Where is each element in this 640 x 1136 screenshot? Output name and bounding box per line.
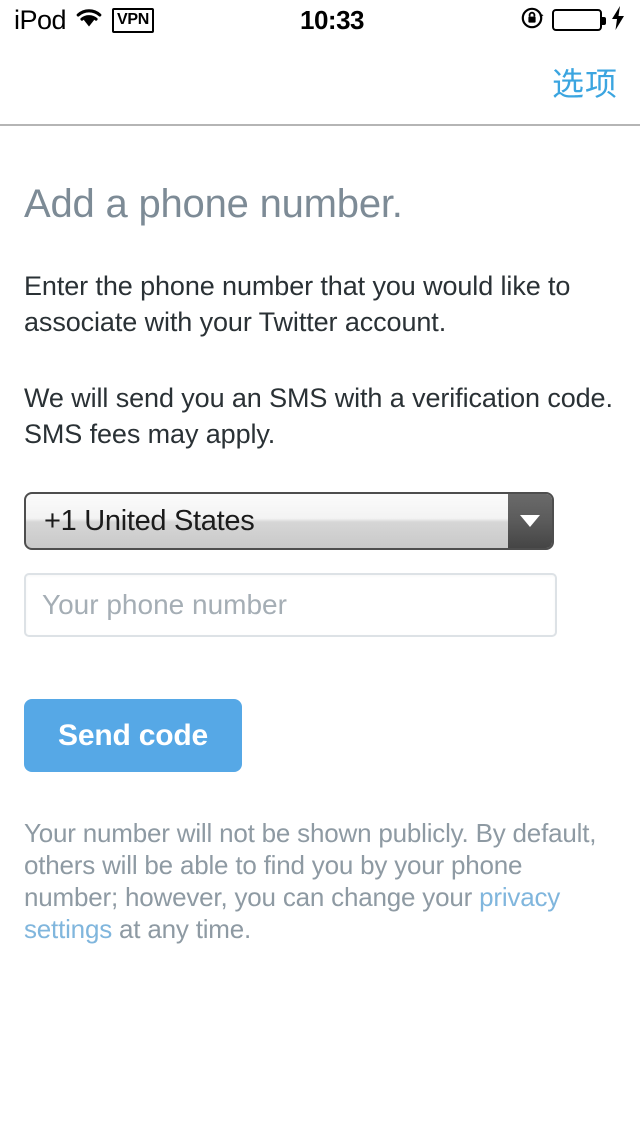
chevron-down-icon[interactable] xyxy=(508,494,552,548)
lightning-bolt-icon xyxy=(610,5,626,36)
country-code-select[interactable]: +1 United States xyxy=(24,492,554,550)
phone-number-input[interactable] xyxy=(24,573,557,637)
options-button[interactable]: 选项 xyxy=(552,59,618,105)
status-bar-left: iPod VPN xyxy=(14,4,155,35)
status-bar: iPod VPN 10:33 xyxy=(0,0,640,40)
privacy-note-text-2: at any time. xyxy=(112,914,252,944)
send-code-button[interactable]: Send code xyxy=(24,699,242,772)
description-paragraph-2: We will send you an SMS with a verificat… xyxy=(24,383,613,449)
description-paragraph-1: Enter the phone number that you would li… xyxy=(24,271,571,337)
status-bar-right xyxy=(520,5,626,36)
page-title: Add a phone number. xyxy=(24,182,403,226)
privacy-note: Your number will not be shown publicly. … xyxy=(24,817,602,945)
country-code-selected-value: +1 United States xyxy=(44,504,255,537)
carrier-label: iPod xyxy=(14,4,67,35)
main-content: Add a phone number. Enter the phone numb… xyxy=(0,128,640,1136)
status-bar-clock: 10:33 xyxy=(300,4,365,35)
battery-icon xyxy=(552,9,606,31)
rotation-lock-icon xyxy=(520,5,546,36)
wifi-icon xyxy=(75,7,103,33)
app-screen: iPod VPN 10:33 选项 Add a phone number. En… xyxy=(0,0,640,1136)
navigation-bar: 选项 xyxy=(0,40,640,126)
